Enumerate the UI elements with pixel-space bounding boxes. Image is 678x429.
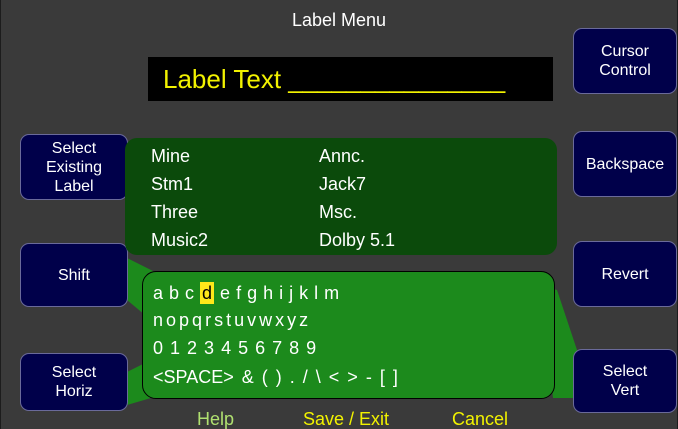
key-0-9[interactable]: j: [289, 282, 293, 304]
key-0-3[interactable]: d: [200, 282, 215, 304]
key-3-0[interactable]: <SPACE>: [153, 366, 234, 388]
key-2-4[interactable]: 4: [221, 337, 231, 359]
key-1-12[interactable]: z: [299, 309, 308, 331]
key-2-7[interactable]: 7: [272, 337, 282, 359]
label-item-msc[interactable]: Msc.: [319, 201, 357, 223]
keyboard-row-lowercase-n-z: nopqrstuvwxyz: [153, 309, 311, 331]
key-3-3[interactable]: ): [276, 366, 282, 388]
label-item-jack7[interactable]: Jack7: [319, 173, 366, 195]
key-0-7[interactable]: h: [263, 282, 273, 304]
key-2-6[interactable]: 6: [255, 337, 265, 359]
key-1-0[interactable]: n: [153, 309, 163, 331]
label-item-dolby[interactable]: Dolby 5.1: [319, 229, 395, 251]
shift-button[interactable]: Shift: [20, 243, 128, 307]
select-horiz-button[interactable]: Select Horiz: [20, 353, 128, 411]
key-3-2[interactable]: (: [262, 366, 268, 388]
key-1-3[interactable]: q: [192, 309, 202, 331]
cursor-control-button[interactable]: Cursor Control: [573, 28, 677, 94]
key-1-6[interactable]: t: [226, 309, 231, 331]
key-3-4[interactable]: .: [290, 366, 295, 388]
key-0-6[interactable]: g: [247, 282, 257, 304]
key-1-9[interactable]: w: [259, 309, 272, 331]
key-3-5[interactable]: /: [303, 366, 308, 388]
key-0-11[interactable]: l: [314, 282, 318, 304]
key-1-2[interactable]: p: [179, 309, 189, 331]
key-2-5[interactable]: 5: [238, 337, 248, 359]
key-2-9[interactable]: 9: [306, 337, 316, 359]
label-text-field[interactable]: Label Text _______________: [148, 57, 553, 101]
key-3-8[interactable]: >: [347, 366, 358, 388]
key-1-8[interactable]: v: [247, 309, 256, 331]
key-2-0[interactable]: 0: [153, 337, 163, 359]
key-0-12[interactable]: m: [324, 282, 339, 304]
key-0-0[interactable]: a: [153, 282, 163, 304]
key-1-5[interactable]: s: [214, 309, 223, 331]
label-item-annc[interactable]: Annc.: [319, 145, 365, 167]
key-1-4[interactable]: r: [205, 309, 211, 331]
key-3-1[interactable]: &: [242, 366, 254, 388]
character-keyboard: abcdefghijklm nopqrstuvwxyz 0123456789 <…: [142, 271, 555, 399]
label-menu-screen: Label Menu Label Text _______________ Se…: [0, 0, 678, 429]
key-0-2[interactable]: c: [185, 282, 194, 304]
label-item-stm1[interactable]: Stm1: [151, 173, 193, 195]
key-3-7[interactable]: <: [329, 366, 340, 388]
key-0-8[interactable]: i: [279, 282, 283, 304]
help-label[interactable]: Help: [197, 409, 234, 429]
backspace-button[interactable]: Backspace: [573, 131, 677, 197]
key-3-9[interactable]: -: [366, 366, 372, 388]
key-2-8[interactable]: 8: [289, 337, 299, 359]
key-3-10[interactable]: [: [380, 366, 385, 388]
key-3-6[interactable]: \: [316, 366, 321, 388]
select-existing-label-button[interactable]: Select Existing Label: [20, 134, 128, 200]
revert-button[interactable]: Revert: [573, 241, 677, 307]
key-3-11[interactable]: ]: [393, 366, 398, 388]
key-1-7[interactable]: u: [234, 309, 244, 331]
key-0-1[interactable]: b: [169, 282, 179, 304]
key-1-1[interactable]: o: [166, 309, 176, 331]
select-vert-button[interactable]: Select Vert: [573, 349, 677, 413]
cancel-label[interactable]: Cancel: [452, 409, 508, 429]
key-0-5[interactable]: f: [236, 282, 241, 304]
key-0-4[interactable]: e: [220, 282, 230, 304]
key-1-11[interactable]: y: [287, 309, 296, 331]
key-2-3[interactable]: 3: [204, 337, 214, 359]
label-item-three[interactable]: Three: [151, 201, 198, 223]
keyboard-row-lowercase-a-m: abcdefghijklm: [153, 282, 345, 304]
key-2-2[interactable]: 2: [187, 337, 197, 359]
keyboard-row-digits: 0123456789: [153, 337, 323, 359]
save-exit-label[interactable]: Save / Exit: [303, 409, 389, 429]
page-title: Label Menu: [291, 10, 387, 30]
label-item-mine[interactable]: Mine: [151, 145, 190, 167]
key-0-10[interactable]: k: [299, 282, 308, 304]
label-item-music2[interactable]: Music2: [151, 229, 208, 251]
key-2-1[interactable]: 1: [170, 337, 180, 359]
keyboard-row-symbols: <SPACE> &(). / \ < > -[]: [153, 366, 406, 388]
key-1-10[interactable]: x: [275, 309, 284, 331]
label-text-value: Label Text _______________: [163, 64, 506, 94]
existing-labels-panel: Mine Stm1 Three Music2 Annc. Jack7 Msc. …: [125, 138, 557, 255]
